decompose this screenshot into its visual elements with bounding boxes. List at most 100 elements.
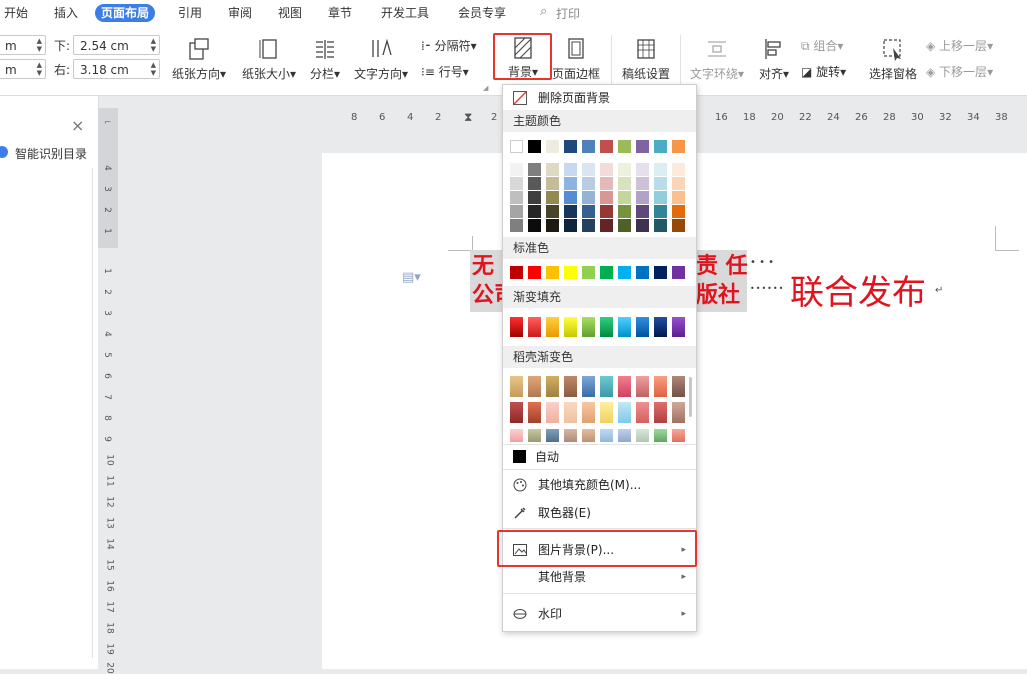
- theme-color-swatch[interactable]: [528, 140, 541, 153]
- docer-gradient-swatch[interactable]: [546, 402, 559, 423]
- other-background-item[interactable]: 其他背景 ▸: [503, 564, 696, 590]
- gradient-fill-swatch[interactable]: [582, 317, 595, 337]
- theme-shade-swatch[interactable]: [564, 219, 577, 232]
- theme-color-swatch[interactable]: [510, 140, 523, 153]
- gradient-fill-swatch[interactable]: [600, 317, 613, 337]
- docer-gradient-swatch[interactable]: [528, 429, 541, 442]
- standard-color-swatch[interactable]: [636, 266, 649, 279]
- theme-shade-swatch[interactable]: [636, 219, 649, 232]
- orientation-button[interactable]: 纸张方向▾: [170, 37, 228, 82]
- docer-gradient-swatch[interactable]: [618, 429, 631, 442]
- bring-forward-button[interactable]: ◈ 上移一层▾: [926, 37, 1027, 54]
- palette-scrollbar[interactable]: [689, 377, 692, 417]
- standard-color-swatch[interactable]: [564, 266, 577, 279]
- standard-color-swatch[interactable]: [510, 266, 523, 279]
- standard-color-swatch[interactable]: [618, 266, 631, 279]
- theme-shade-swatch[interactable]: [582, 219, 595, 232]
- standard-color-swatch[interactable]: [600, 266, 613, 279]
- standard-color-swatch[interactable]: [546, 266, 559, 279]
- theme-color-swatch[interactable]: [636, 140, 649, 153]
- selection-pane-button[interactable]: 选择窗格: [865, 37, 921, 82]
- theme-color-swatch[interactable]: [546, 140, 559, 153]
- theme-shade-swatch[interactable]: [564, 163, 577, 176]
- tab-developer[interactable]: 开发工具: [375, 4, 435, 22]
- theme-shade-swatch[interactable]: [564, 191, 577, 204]
- docer-gradient-swatch[interactable]: [672, 402, 685, 423]
- tab-view[interactable]: 视图: [272, 4, 308, 22]
- docer-gradient-swatch[interactable]: [564, 429, 577, 442]
- docer-gradient-swatch[interactable]: [636, 429, 649, 442]
- theme-shade-swatch[interactable]: [654, 191, 667, 204]
- theme-shade-swatch[interactable]: [600, 205, 613, 218]
- margin-left-input[interactable]: m ▲ ▼: [0, 59, 46, 79]
- theme-shade-swatch[interactable]: [672, 163, 685, 176]
- tab-insert[interactable]: 插入: [48, 4, 84, 22]
- auto-color-item[interactable]: 自动: [503, 444, 696, 470]
- docer-gradient-swatch[interactable]: [636, 402, 649, 423]
- docer-gradient-swatch[interactable]: [672, 376, 685, 397]
- margin-right-input[interactable]: 3.18 cm ▲ ▼: [73, 59, 160, 79]
- margin-top-input[interactable]: m ▲ ▼: [0, 35, 46, 55]
- paragraph-handle-icon[interactable]: ▤▾: [402, 270, 421, 285]
- theme-shade-swatch[interactable]: [546, 163, 559, 176]
- docer-gradient-swatch[interactable]: [654, 402, 667, 423]
- line-numbers-button[interactable]: ⁝≡ 行号▾: [421, 63, 493, 80]
- theme-color-swatch[interactable]: [600, 140, 613, 153]
- theme-shade-swatch[interactable]: [636, 163, 649, 176]
- theme-shade-swatch[interactable]: [600, 219, 613, 232]
- text-direction-button[interactable]: 文字方向▾: [352, 37, 410, 82]
- theme-shade-swatch[interactable]: [510, 163, 523, 176]
- columns-button[interactable]: 分栏▾: [308, 37, 342, 82]
- theme-shade-swatch[interactable]: [672, 177, 685, 190]
- theme-shade-swatch[interactable]: [528, 205, 541, 218]
- gradient-fill-swatch[interactable]: [528, 317, 541, 337]
- docer-gradient-swatch[interactable]: [600, 429, 613, 442]
- docer-gradient-swatch[interactable]: [672, 429, 685, 442]
- more-fill-colors-item[interactable]: 其他填充颜色(M)...: [503, 472, 696, 498]
- theme-shade-swatch[interactable]: [618, 191, 631, 204]
- remove-background-item[interactable]: 删除页面背景: [503, 85, 696, 111]
- page-size-button[interactable]: 纸张大小▾: [240, 37, 298, 82]
- theme-shade-swatch[interactable]: [618, 163, 631, 176]
- print-label[interactable]: 打印: [556, 5, 580, 22]
- theme-shade-swatch[interactable]: [618, 219, 631, 232]
- docer-gradient-swatch[interactable]: [564, 376, 577, 397]
- theme-shade-swatch[interactable]: [582, 177, 595, 190]
- docer-gradient-swatch[interactable]: [582, 376, 595, 397]
- theme-shade-swatch[interactable]: [600, 177, 613, 190]
- vertical-ruler[interactable]: 4 3 2 1 1 2 3 4 5 6 7 8 9 10 11 12 13 14 15 16 17 18 19 20: [98, 108, 118, 674]
- theme-shade-swatch[interactable]: [636, 205, 649, 218]
- gradient-fill-swatch[interactable]: [618, 317, 631, 337]
- gradient-fill-swatch[interactable]: [546, 317, 559, 337]
- theme-color-swatch[interactable]: [654, 140, 667, 153]
- standard-color-swatch[interactable]: [654, 266, 667, 279]
- expand-corner-icon[interactable]: ◢: [483, 84, 488, 92]
- theme-shade-swatch[interactable]: [582, 205, 595, 218]
- group-button[interactable]: ⧉ 组合▾: [801, 37, 861, 54]
- docer-gradient-swatch[interactable]: [546, 376, 559, 397]
- gradient-fill-swatch[interactable]: [672, 317, 685, 337]
- standard-color-swatch[interactable]: [672, 266, 685, 279]
- theme-color-swatch[interactable]: [618, 140, 631, 153]
- theme-shade-swatch[interactable]: [582, 191, 595, 204]
- theme-shade-swatch[interactable]: [510, 219, 523, 232]
- theme-shade-swatch[interactable]: [546, 219, 559, 232]
- theme-shade-swatch[interactable]: [672, 205, 685, 218]
- gradient-fill-swatch[interactable]: [654, 317, 667, 337]
- theme-shade-swatch[interactable]: [510, 177, 523, 190]
- theme-shade-swatch[interactable]: [546, 191, 559, 204]
- docer-gradient-swatch[interactable]: [636, 376, 649, 397]
- gradient-fill-swatch[interactable]: [510, 317, 523, 337]
- close-icon[interactable]: ×: [71, 116, 84, 135]
- wrap-text-button[interactable]: 文字环绕▾: [688, 37, 746, 82]
- align-button[interactable]: 对齐▾: [756, 37, 792, 82]
- theme-shade-swatch[interactable]: [546, 205, 559, 218]
- smart-toc-button[interactable]: 智能识别目录: [15, 145, 87, 162]
- theme-color-swatch[interactable]: [582, 140, 595, 153]
- theme-shade-swatch[interactable]: [564, 177, 577, 190]
- tab-references[interactable]: 引用: [172, 4, 208, 22]
- page-border-button[interactable]: 页面边框: [551, 37, 601, 82]
- theme-shade-swatch[interactable]: [546, 177, 559, 190]
- docer-gradient-swatch[interactable]: [654, 429, 667, 442]
- docer-gradient-swatch[interactable]: [582, 429, 595, 442]
